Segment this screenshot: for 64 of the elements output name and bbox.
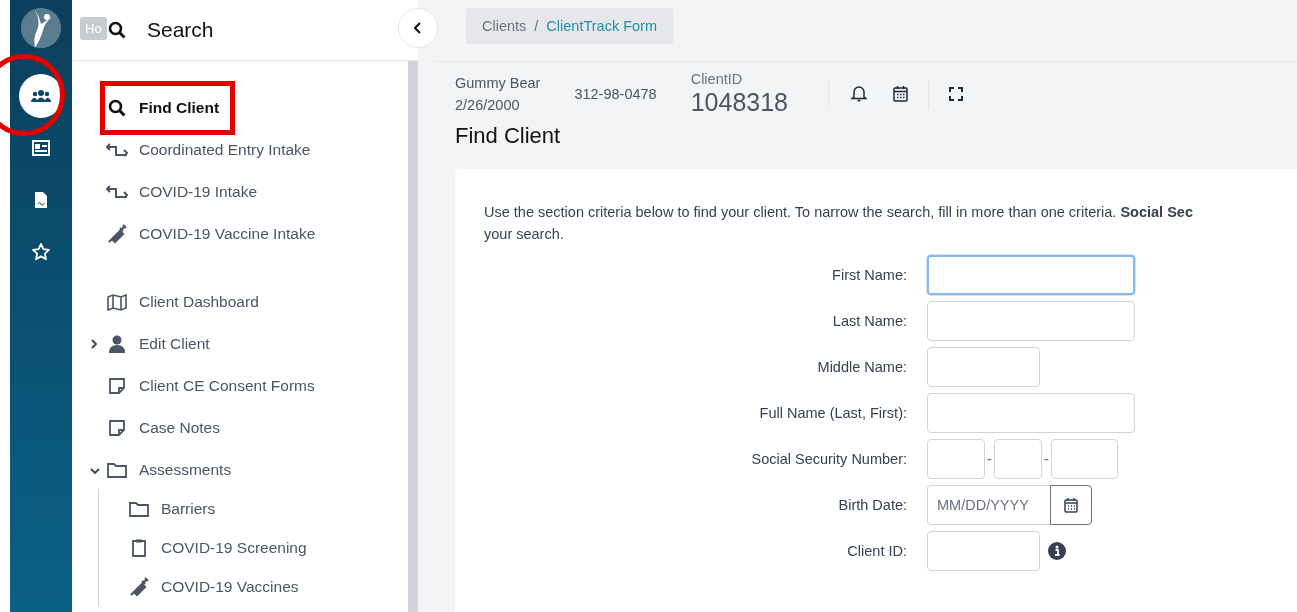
text-field[interactable] (1051, 439, 1118, 479)
breadcrumb-link[interactable]: Clients (482, 18, 527, 34)
sidebar-item[interactable]: COVID-19 Screening (130, 528, 408, 567)
field-label: Full Name (Last, First): (758, 405, 908, 421)
calendar-icon[interactable] (893, 85, 908, 102)
field-label: First Name: (831, 267, 908, 283)
syringe-icon (107, 224, 127, 244)
logo-icon (21, 8, 61, 48)
sidebar-item[interactable]: Assessments (108, 449, 408, 491)
search-icon (108, 99, 126, 117)
sidebar-item[interactable]: Barriers (130, 489, 408, 528)
breadcrumb-separator: / (534, 18, 539, 34)
sidebar-item[interactable]: COVID-19 Vaccine Intake (108, 213, 408, 255)
text-field[interactable] (927, 393, 1135, 433)
text-field[interactable] (927, 255, 1135, 295)
star-icon (31, 242, 51, 262)
sidebar-item[interactable]: COVID-19 Vaccines (130, 567, 408, 606)
sidebar-item[interactable]: Find Client (108, 87, 408, 129)
client-name: Gummy Bear (455, 73, 541, 93)
sidebar-item[interactable]: Case Notes (108, 407, 408, 449)
field-label: Last Name: (831, 313, 908, 329)
sidebar-item[interactable]: Edit Client (108, 323, 408, 365)
map-icon (107, 293, 127, 311)
sidebar-item[interactable]: Coordinated Entry Intake (108, 129, 408, 171)
instructions-text: Use the section criteria below to find your client. To narrow the search, fill in more than one criteria. Social Sec your search. (484, 203, 1194, 244)
text-field[interactable] (927, 347, 1040, 387)
dash: - (1042, 450, 1051, 468)
bell-icon[interactable] (851, 85, 867, 102)
syringe-icon (129, 576, 149, 597)
field-label: Middle Name: (816, 359, 908, 375)
date-field[interactable]: MM/DD/YYYY (927, 485, 1050, 525)
calendar-icon (1064, 497, 1078, 513)
folder-icon (107, 462, 127, 478)
client-ssn: 312-98-0478 (574, 84, 657, 104)
sidebar-item[interactable]: Client CE Consent Forms (108, 365, 408, 407)
text-field[interactable] (927, 531, 1040, 571)
sidebar-title: Search (147, 18, 214, 42)
id-card-icon (32, 140, 50, 156)
text-field[interactable] (927, 301, 1135, 341)
note-icon (109, 420, 125, 436)
clipboard-icon (132, 538, 146, 557)
chevron-left-icon (414, 22, 422, 34)
field-label: Birth Date: (837, 497, 908, 513)
fullscreen-icon[interactable] (949, 86, 963, 101)
calendar-button[interactable] (1050, 485, 1092, 525)
client-birth-date: 2/26/2000 (455, 95, 521, 115)
client-id: 1048318 (690, 88, 788, 116)
text-field[interactable] (927, 439, 985, 479)
people-icon (31, 89, 51, 103)
dash: - (985, 450, 994, 468)
page-title: Find Client (455, 123, 562, 149)
client-id-label: ClientID (690, 71, 744, 88)
swap-arrows-icon (106, 143, 128, 157)
swap-arrows-icon (106, 185, 128, 199)
field-label: Social Security Number: (750, 451, 908, 467)
person-icon (109, 335, 125, 353)
document-icon (34, 191, 48, 209)
search-icon (108, 21, 126, 39)
folder-icon (129, 500, 149, 517)
text-field[interactable] (994, 439, 1042, 479)
sidebar-item[interactable]: COVID-19 Intake (108, 171, 408, 213)
sidebar-item[interactable]: Client Dashboard (108, 281, 408, 323)
field-label: Client ID: (846, 543, 908, 559)
note-icon (109, 378, 125, 394)
